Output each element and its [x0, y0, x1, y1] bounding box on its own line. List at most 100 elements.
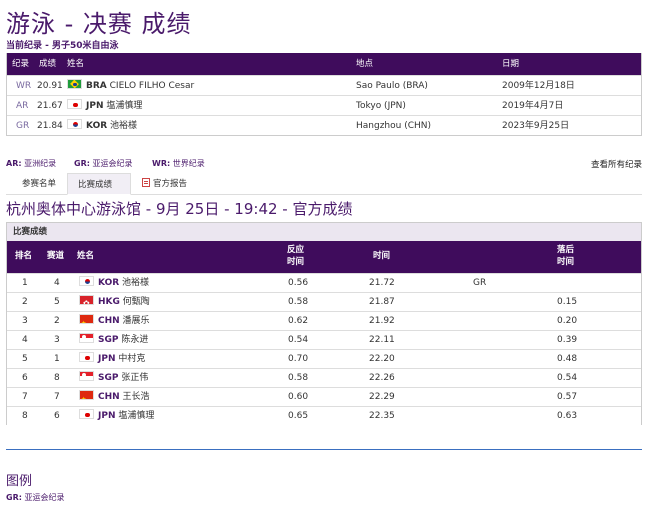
result-name[interactable]: 中村克 — [118, 354, 145, 364]
result-rank: 4 — [22, 335, 28, 345]
result-lane: 4 — [54, 278, 60, 288]
result-record: GR — [473, 278, 487, 288]
result-reaction: 0.58 — [288, 297, 309, 307]
header-reaction-2: 时间 — [287, 257, 305, 267]
chn-flag-icon — [79, 390, 94, 400]
result-rank: 6 — [22, 373, 28, 383]
result-time: 22.20 — [369, 354, 395, 364]
record-name: CIELO FILHO Cesar — [109, 81, 195, 91]
header-time: 时间 — [373, 251, 391, 261]
result-reaction: 0.54 — [288, 335, 309, 345]
header-rank: 排名 — [15, 251, 33, 261]
result-athlete: CHN 潘展乐 — [79, 312, 150, 331]
venue-heading: 杭州奥体中心游泳馆 - 9月 25日 - 19:42 - 官方成绩 — [6, 200, 353, 218]
kor-flag-icon — [79, 276, 94, 286]
kor-flag-icon — [67, 119, 82, 129]
result-noc: CHN — [98, 316, 120, 326]
result-rank: 2 — [22, 297, 28, 307]
result-row: 3 2 CHN 潘展乐 0.62 21.92 0.20 — [7, 311, 641, 330]
result-reaction: 0.65 — [288, 411, 309, 421]
result-row: 2 5 HKG 何甄陶 0.58 21.87 0.15 — [7, 292, 641, 311]
record-place: Tokyo (JPN) — [356, 101, 406, 111]
results-bottom-border — [6, 449, 642, 450]
hkg-flag-icon — [79, 295, 94, 305]
result-row: 5 1 JPN 中村克 0.70 22.20 0.48 — [7, 349, 641, 368]
header-place: 地点 — [356, 59, 374, 69]
result-behind: 0.63 — [557, 411, 578, 421]
result-name[interactable]: 张正伟 — [121, 373, 148, 383]
tab-entry-list[interactable]: 参赛名单 — [12, 173, 66, 195]
result-name[interactable]: 潘展乐 — [123, 316, 150, 326]
result-name[interactable]: 王长浩 — [123, 392, 150, 402]
result-noc: JPN — [98, 354, 116, 364]
legend-gr-item: GR: 亚运会纪录 — [6, 493, 65, 502]
result-time: 21.92 — [369, 316, 395, 326]
record-date: 2009年12月18日 — [502, 81, 575, 91]
record-code: AR — [16, 101, 29, 111]
result-name[interactable]: 陈永进 — [121, 335, 148, 345]
result-name[interactable]: 塩浦慎理 — [118, 411, 154, 421]
result-lane: 6 — [54, 411, 60, 421]
header-athlete: 姓名 — [77, 251, 95, 261]
result-lane: 3 — [54, 335, 60, 345]
header-result: 成绩 — [39, 59, 57, 69]
record-name: 塩浦慎理 — [106, 101, 143, 111]
record-row: AR 21.67 JPN 塩浦慎理 Tokyo (JPN) 2019年4月7日 — [7, 95, 641, 115]
record-date: 2019年4月7日 — [502, 101, 564, 111]
record-result: 21.84 — [37, 121, 63, 131]
results-table: 比赛成绩 排名 赛道 姓名 反应 时间 时间 落后 时间 1 4 KOR 池裕様 0.… — [6, 222, 642, 425]
record-result: 20.91 — [37, 81, 63, 91]
header-lane: 赛道 — [47, 251, 65, 261]
document-icon — [142, 178, 150, 187]
result-rank: 1 — [22, 278, 28, 288]
legend-gr: GR: 亚运会纪录 — [74, 159, 133, 168]
result-behind: 0.39 — [557, 335, 578, 345]
result-time: 22.11 — [369, 335, 395, 345]
result-reaction: 0.62 — [288, 316, 309, 326]
legend-wr: WR: 世界纪录 — [152, 159, 205, 168]
result-row: 7 7 CHN 王长浩 0.60 22.29 0.57 — [7, 387, 641, 406]
tab-results[interactable]: 比赛成绩 — [67, 173, 131, 195]
result-row: 4 3 SGP 陈永进 0.54 22.11 0.39 — [7, 330, 641, 349]
header-date: 日期 — [502, 59, 520, 69]
result-name[interactable]: 池裕様 — [122, 278, 149, 288]
result-reaction: 0.70 — [288, 354, 309, 364]
records-table: 纪录 成绩 姓名 地点 日期 WR 20.91 BRA CIELO FILHO Ce… — [6, 53, 642, 136]
jpn-flag-icon — [67, 99, 82, 109]
result-rank: 7 — [22, 392, 28, 402]
result-reaction: 0.58 — [288, 373, 309, 383]
record-place: Sao Paulo (BRA) — [356, 81, 428, 91]
result-athlete: JPN 中村克 — [79, 350, 145, 369]
result-behind: 0.54 — [557, 373, 578, 383]
record-athlete: JPN 塩浦慎理 — [67, 96, 142, 116]
results-caption: 比赛成绩 — [7, 223, 641, 241]
record-row: GR 21.84 KOR 池裕様 Hangzhou (CHN) 2023年9月25日 — [7, 115, 641, 135]
result-athlete: HKG 何甄陶 — [79, 293, 150, 312]
result-noc: SGP — [98, 373, 119, 383]
result-noc: KOR — [98, 278, 120, 288]
jpn-flag-icon — [79, 409, 94, 419]
result-row: 8 6 JPN 塩浦慎理 0.65 22.35 0.63 — [7, 406, 641, 425]
header-record: 纪录 — [12, 59, 30, 69]
result-noc: HKG — [98, 297, 120, 307]
records-header: 纪录 成绩 姓名 地点 日期 — [7, 53, 641, 75]
tab-bar: 参赛名单 比赛成绩 官方报告 — [6, 173, 642, 195]
record-noc: JPN — [86, 101, 104, 111]
result-row: 1 4 KOR 池裕様 0.56 21.72 GR — [7, 273, 641, 292]
results-header: 排名 赛道 姓名 反应 时间 时间 落后 时间 — [7, 241, 641, 273]
result-behind: 0.20 — [557, 316, 578, 326]
view-all-records-link[interactable]: 查看所有纪录 — [591, 158, 642, 170]
page-subtitle: 当前纪录 - 男子50米自由泳 — [6, 41, 119, 51]
record-code: WR — [16, 81, 32, 91]
result-noc: JPN — [98, 411, 116, 421]
record-noc: KOR — [86, 121, 108, 131]
legend-ar: AR: 亚洲纪录 — [6, 159, 57, 168]
result-rank: 8 — [22, 411, 28, 421]
result-name[interactable]: 何甄陶 — [123, 297, 150, 307]
record-noc: BRA — [86, 81, 107, 91]
sgp-flag-icon — [79, 333, 94, 343]
record-result: 21.67 — [37, 101, 63, 111]
tab-official-report[interactable]: 官方报告 — [132, 173, 197, 195]
header-behind-2: 时间 — [557, 257, 575, 267]
result-time: 21.87 — [369, 297, 395, 307]
